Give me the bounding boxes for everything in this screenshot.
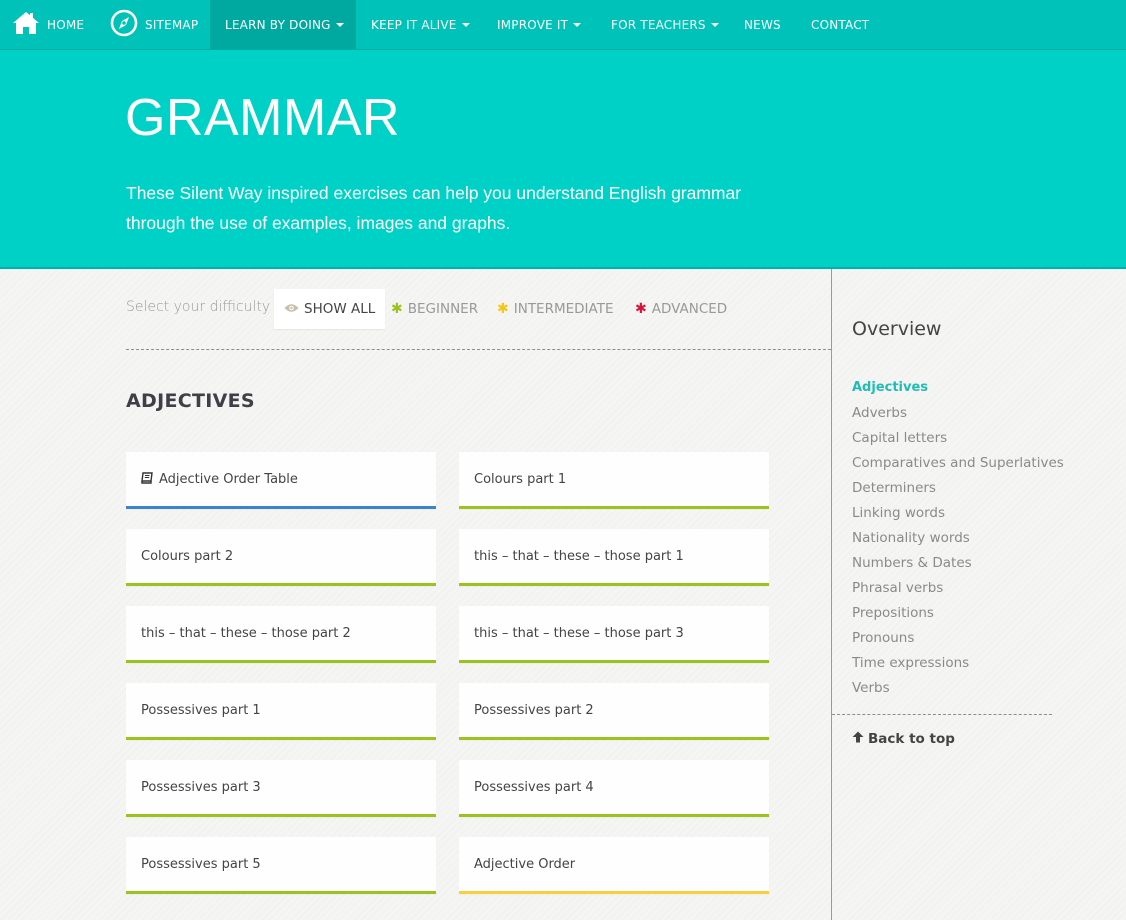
eye-icon	[284, 301, 299, 317]
filter-divider	[126, 349, 831, 350]
exercise-card[interactable]: Colours part 1	[459, 452, 769, 509]
exercise-card[interactable]: Possessives part 5	[126, 837, 436, 894]
sidebar-link-determiners[interactable]: Determiners	[852, 480, 936, 496]
sidebar-link-verbs[interactable]: Verbs	[852, 680, 890, 696]
nav-sitemap[interactable]: SITEMAP	[110, 0, 198, 49]
exercise-card-label: Possessives part 3	[141, 779, 261, 795]
exercise-card-label: Possessives part 5	[141, 856, 261, 872]
nav-news-label: NEWS	[744, 17, 781, 32]
exercise-card-label: Colours part 2	[141, 548, 234, 564]
asterisk-icon: ✱	[391, 301, 403, 317]
nav-home[interactable]: HOME	[12, 0, 84, 49]
filter-beginner[interactable]: ✱ BEGINNER	[391, 289, 478, 329]
nav-sitemap-label: SITEMAP	[145, 17, 199, 32]
back-to-top-link[interactable]: Back to top	[852, 731, 955, 747]
exercise-card[interactable]: Possessives part 4	[459, 760, 769, 817]
asterisk-icon: ✱	[497, 301, 509, 317]
filter-advanced-label: ADVANCED	[651, 301, 728, 317]
sidebar-link-phrasal-verbs[interactable]: Phrasal verbs	[852, 580, 943, 596]
nav-improve-label: IMPROVE IT	[497, 17, 569, 32]
exercise-card[interactable]: Possessives part 3	[126, 760, 436, 817]
nav-home-label: HOME	[47, 17, 85, 32]
nav-for-teachers[interactable]: FOR TEACHERS	[611, 0, 719, 49]
exercise-card-label: Possessives part 2	[474, 702, 594, 718]
nav-learn-by-doing[interactable]: LEARN BY DOING	[210, 0, 356, 49]
compass-icon	[110, 9, 138, 40]
exercise-card[interactable]: Possessives part 2	[459, 683, 769, 740]
hero-banner: GRAMMAR These Silent Way inspired exerci…	[0, 50, 1126, 269]
sidebar-link-pronouns[interactable]: Pronouns	[852, 630, 914, 646]
sidebar-link-adjectives[interactable]: Adjectives	[852, 380, 928, 395]
exercise-card[interactable]: this – that – these – those part 2	[126, 606, 436, 663]
exercise-card[interactable]: this – that – these – those part 1	[459, 529, 769, 586]
nav-keep-label: KEEP IT ALIVE	[371, 17, 457, 32]
nav-improve-it[interactable]: IMPROVE IT	[497, 0, 582, 49]
exercise-card-label: Possessives part 1	[141, 702, 261, 718]
nav-teachers-label: FOR TEACHERS	[611, 17, 706, 32]
sidebar-link-nationality-words[interactable]: Nationality words	[852, 530, 970, 546]
caret-down-icon	[573, 22, 582, 27]
back-to-top-label: Back to top	[868, 731, 955, 747]
exercise-card-label: this – that – these – those part 3	[474, 625, 684, 641]
exercise-card[interactable]: Colours part 2	[126, 529, 436, 586]
filter-beginner-label: BEGINNER	[407, 301, 479, 317]
sidebar-link-capital-letters[interactable]: Capital letters	[852, 430, 947, 446]
nav-contact[interactable]: CONTACT	[811, 0, 869, 49]
exercise-card-label: Possessives part 4	[474, 779, 594, 795]
filter-show-all-label: SHOW ALL	[304, 301, 376, 317]
sidebar-link-prepositions[interactable]: Prepositions	[852, 605, 934, 621]
exercise-card[interactable]: Possessives part 1	[126, 683, 436, 740]
sidebar-divider	[832, 714, 1052, 715]
top-navbar: HOME SITEMAP LEARN BY DOING KEEP IT ALIV…	[0, 0, 1126, 50]
arrow-up-icon	[852, 731, 864, 747]
exercise-card-label: this – that – these – those part 1	[474, 548, 684, 564]
exercise-card-label: Colours part 1	[474, 471, 567, 487]
exercise-card-label: Adjective Order Table	[159, 471, 298, 487]
sidebar-border	[831, 269, 832, 920]
page-description: These Silent Way inspired exercises can …	[126, 183, 742, 233]
sidebar-link-time-expressions[interactable]: Time expressions	[852, 655, 969, 671]
caret-down-icon	[335, 22, 344, 27]
sidebar-link-comparatives[interactable]: Comparatives and Superlatives	[852, 455, 1064, 471]
sidebar-link-numbers-dates[interactable]: Numbers & Dates	[852, 555, 972, 571]
difficulty-label: Select your difficulty :	[126, 299, 280, 315]
exercise-card[interactable]: Adjective Order	[459, 837, 769, 894]
exercise-card-label: Adjective Order	[474, 856, 576, 872]
exercise-card[interactable]: Adjective Order Table	[126, 452, 436, 509]
nav-news[interactable]: NEWS	[744, 0, 781, 49]
filter-advanced[interactable]: ✱ ADVANCED	[635, 289, 727, 329]
caret-down-icon	[710, 22, 719, 27]
filter-intermediate[interactable]: ✱ INTERMEDIATE	[497, 289, 614, 329]
sidebar-link-linking-words[interactable]: Linking words	[852, 505, 945, 521]
filter-intermediate-label: INTERMEDIATE	[513, 301, 614, 317]
page-title: GRAMMAR	[125, 89, 401, 147]
nav-learn-label: LEARN BY DOING	[225, 17, 331, 32]
book-icon	[141, 471, 153, 487]
sidebar-link-adverbs[interactable]: Adverbs	[852, 405, 907, 421]
exercise-card[interactable]: this – that – these – those part 3	[459, 606, 769, 663]
exercise-card-label: this – that – these – those part 2	[141, 625, 351, 641]
nav-keep-it-alive[interactable]: KEEP IT ALIVE	[371, 0, 470, 49]
nav-contact-label: CONTACT	[811, 17, 870, 32]
home-icon	[12, 11, 40, 38]
filter-show-all[interactable]: SHOW ALL	[274, 289, 386, 329]
asterisk-icon: ✱	[635, 301, 647, 317]
overview-title: Overview	[852, 318, 942, 340]
caret-down-icon	[461, 22, 470, 27]
section-title: ADJECTIVES	[126, 390, 255, 412]
